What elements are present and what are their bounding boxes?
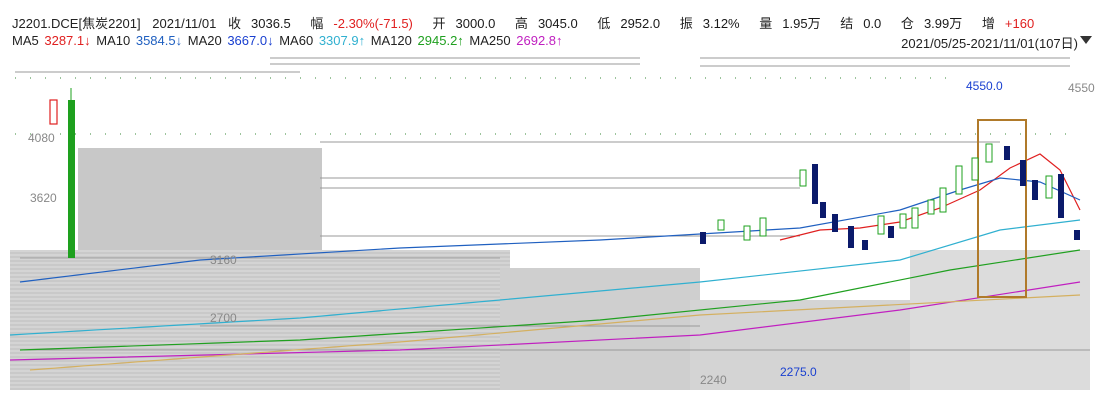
overlay-block	[500, 268, 700, 390]
candle	[971, 157, 979, 181]
candle	[1074, 230, 1080, 240]
close-value: 3036.5	[251, 16, 291, 31]
price-label: 4550	[1068, 81, 1095, 95]
chart-window: J2201.DCE[焦炭2201] 2021/11/01 收 3036.5 幅 -2…	[0, 0, 1100, 396]
ma5-value: 3287.1↓	[44, 33, 91, 48]
low-value: 2952.0	[620, 16, 661, 31]
candle	[985, 143, 993, 163]
close-field: 收 3036.5	[227, 16, 291, 31]
price-label: 2275.0	[780, 365, 817, 379]
ma250-value: 2692.8↑	[516, 33, 563, 48]
candle	[812, 164, 818, 204]
amplitude-field: 振 3.12%	[679, 16, 740, 31]
candle	[848, 226, 854, 248]
change-value: -2.30%(-71.5)	[333, 16, 413, 31]
ma60-name: MA60	[279, 33, 314, 48]
ma120-value: 2945.2↑	[417, 33, 464, 48]
range-dropdown-icon[interactable]	[1080, 36, 1092, 44]
settle-field: 结 0.0	[840, 16, 882, 31]
ma20-value: 3667.0↓	[227, 33, 274, 48]
candle	[832, 214, 838, 232]
high-field: 高 3045.0	[514, 16, 578, 31]
volume-value: 1.95万	[782, 16, 821, 31]
candle	[717, 219, 725, 231]
ma120-name: MA120	[370, 33, 412, 48]
settle-value: 0.0	[863, 16, 882, 31]
ma10-name: MA10	[96, 33, 131, 48]
candle	[955, 165, 963, 195]
ma20-name: MA20	[187, 33, 222, 48]
candle	[1058, 174, 1064, 218]
candles	[700, 143, 1080, 250]
amplitude-value: 3.12%	[702, 16, 740, 31]
candle	[820, 202, 826, 218]
price-label: 3620	[30, 191, 57, 205]
open-field: 开 3000.0	[432, 16, 496, 31]
low-field: 低 2952.0	[597, 16, 661, 31]
candle	[799, 169, 807, 187]
candle	[877, 215, 885, 235]
price-label: 3160	[210, 253, 237, 267]
ma5-name: MA5	[12, 33, 39, 48]
candle	[759, 217, 767, 237]
ma10-value: 3584.5↓	[135, 33, 183, 48]
candle	[862, 240, 868, 250]
candle-marker	[49, 99, 58, 125]
candle	[927, 199, 935, 215]
symbol-label: J2201.DCE[焦炭2201]	[12, 16, 141, 31]
oi-change-value: +160	[1004, 16, 1035, 31]
price-label: 2700	[210, 311, 237, 325]
change-field: 幅 -2.30%(-71.5)	[310, 16, 413, 31]
candle	[743, 225, 751, 241]
candle	[1032, 180, 1038, 200]
candle	[1045, 175, 1053, 199]
candle	[888, 226, 894, 238]
candle	[899, 213, 907, 229]
volume-field: 量 1.95万	[759, 16, 821, 31]
candle	[911, 207, 919, 229]
candle	[700, 232, 706, 244]
quote-header: J2201.DCE[焦炭2201] 2021/11/01 收 3036.5 幅 -2…	[12, 13, 1050, 32]
date-label: 2021/11/01	[152, 16, 217, 31]
price-label: 2240	[700, 373, 727, 387]
oi-value: 3.99万	[923, 16, 963, 31]
candle	[939, 187, 947, 213]
oi-change-field: 增 +160	[981, 16, 1035, 31]
price-label: 4550.0	[966, 79, 1003, 93]
candle	[1020, 160, 1026, 186]
overlay-block	[910, 250, 1090, 390]
candle	[1004, 146, 1010, 160]
candle-marker	[68, 100, 75, 258]
ma250-name: MA250	[469, 33, 511, 48]
ma60-value: 3307.9↑	[318, 33, 366, 48]
high-value: 3045.0	[537, 16, 578, 31]
price-label: 4080	[28, 131, 55, 145]
oi-field: 仓 3.99万	[900, 16, 963, 31]
open-value: 3000.0	[455, 16, 496, 31]
candlestick-chart: 4080 3620 3160 2700 2240 2275.0 4550.0 4550	[9, 57, 1095, 390]
